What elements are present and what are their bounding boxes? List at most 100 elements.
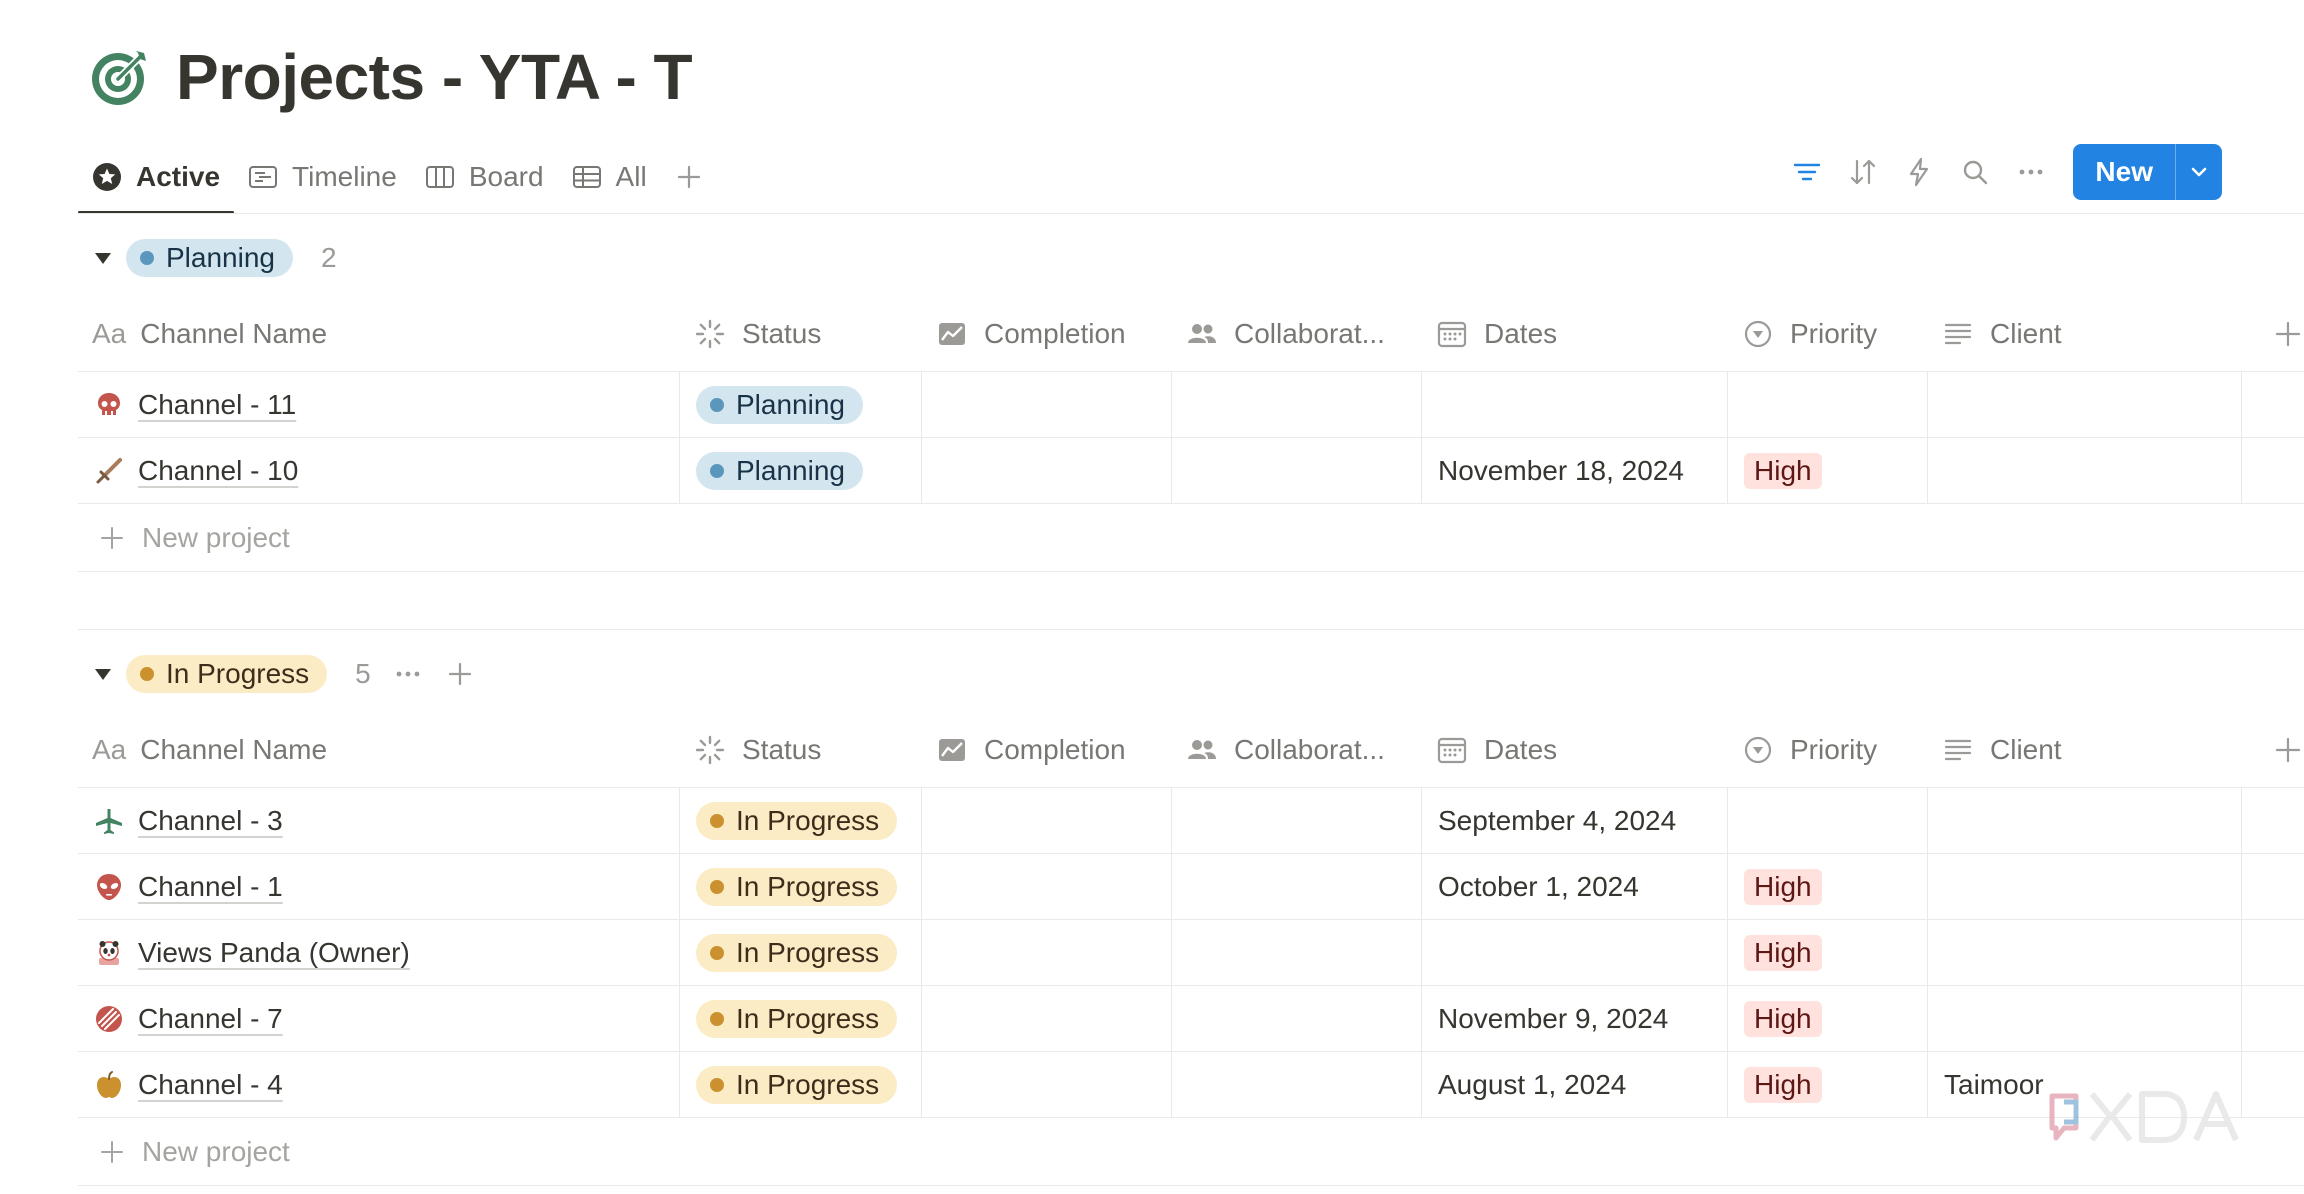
table-row[interactable]: Channel - 3 In Progress September 4, 202… (78, 788, 2304, 854)
cell-status[interactable]: In Progress (680, 788, 922, 853)
group-more-button[interactable] (393, 659, 423, 689)
new-project-button[interactable]: New project (78, 1118, 2304, 1186)
cell-priority[interactable]: High (1728, 854, 1928, 919)
cell-dates[interactable]: August 1, 2024 (1422, 1052, 1728, 1117)
column-header-client[interactable]: Client (1928, 296, 2242, 371)
cell-collaborators[interactable] (1172, 788, 1422, 853)
cell-collaborators[interactable] (1172, 854, 1422, 919)
channel-name[interactable]: Channel - 3 (138, 805, 283, 837)
cell-dates[interactable] (1422, 372, 1728, 437)
group-label[interactable]: Planning (126, 239, 293, 277)
channel-name[interactable]: Views Panda (Owner) (138, 937, 410, 969)
cell-name[interactable]: Channel - 11 (78, 372, 680, 437)
cell-priority[interactable] (1728, 788, 1928, 853)
more-button[interactable] (2003, 144, 2059, 200)
cell-priority[interactable]: High (1728, 986, 1928, 1051)
cell-status[interactable]: Planning (680, 438, 922, 503)
cell-completion[interactable] (922, 372, 1172, 437)
cell-client[interactable] (1928, 438, 2242, 503)
column-header-client[interactable]: Client (1928, 712, 2242, 787)
column-header-name[interactable]: Aa Channel Name (78, 712, 680, 787)
table-row[interactable]: Channel - 1 In Progress October 1, 2024 … (78, 854, 2304, 920)
cell-priority[interactable]: High (1728, 438, 1928, 503)
channel-name[interactable]: Channel - 7 (138, 1003, 283, 1035)
filter-button[interactable] (1779, 144, 1835, 200)
cell-collaborators[interactable] (1172, 986, 1422, 1051)
cell-collaborators[interactable] (1172, 438, 1422, 503)
cell-priority[interactable] (1728, 372, 1928, 437)
channel-name[interactable]: Channel - 10 (138, 455, 298, 487)
automation-button[interactable] (1891, 144, 1947, 200)
channel-name[interactable]: Channel - 11 (138, 389, 296, 421)
cell-status[interactable]: In Progress (680, 920, 922, 985)
cell-priority[interactable]: High (1728, 1052, 1928, 1117)
table-row[interactable]: Channel - 11 Planning (78, 372, 2304, 438)
tab-active[interactable]: Active (78, 140, 235, 214)
cell-completion[interactable] (922, 1052, 1172, 1117)
cell-completion[interactable] (922, 986, 1172, 1051)
new-dropdown-button[interactable] (2176, 144, 2222, 200)
column-header-priority[interactable]: Priority (1728, 296, 1928, 371)
channel-name[interactable]: Channel - 4 (138, 1069, 283, 1101)
cell-name[interactable]: Channel - 4 (78, 1052, 680, 1117)
search-button[interactable] (1947, 144, 2003, 200)
cell-priority[interactable]: High (1728, 920, 1928, 985)
column-header-completion[interactable]: Completion (922, 296, 1172, 371)
table-row[interactable]: Views Panda (Owner) In Progress High (78, 920, 2304, 986)
cell-collaborators[interactable] (1172, 372, 1422, 437)
column-header-name[interactable]: Aa Channel Name (78, 296, 680, 371)
group-toggle[interactable] (88, 249, 118, 267)
cell-dates[interactable]: October 1, 2024 (1422, 854, 1728, 919)
cell-client[interactable] (1928, 986, 2242, 1051)
new-project-button[interactable]: New project (78, 504, 2304, 572)
target-icon[interactable] (88, 45, 152, 109)
column-header-collaborators[interactable]: Collaborat... (1172, 296, 1422, 371)
new-button[interactable]: New (2073, 144, 2176, 200)
tab-all[interactable]: All (558, 140, 661, 214)
column-header-status[interactable]: Status (680, 712, 922, 787)
cell-client[interactable] (1928, 372, 2242, 437)
cell-completion[interactable] (922, 854, 1172, 919)
cell-status[interactable]: In Progress (680, 854, 922, 919)
tab-board[interactable]: Board (411, 140, 558, 214)
cell-dates[interactable] (1422, 920, 1728, 985)
cell-completion[interactable] (922, 788, 1172, 853)
cell-completion[interactable] (922, 920, 1172, 985)
cell-dates[interactable]: November 9, 2024 (1422, 986, 1728, 1051)
cell-name[interactable]: Channel - 1 (78, 854, 680, 919)
cell-status[interactable]: In Progress (680, 1052, 922, 1117)
sort-button[interactable] (1835, 144, 1891, 200)
column-header-dates[interactable]: Dates (1422, 296, 1728, 371)
group-label[interactable]: In Progress (126, 655, 328, 693)
channel-name[interactable]: Channel - 1 (138, 871, 283, 903)
cell-name[interactable]: Channel - 10 (78, 438, 680, 503)
add-column-button[interactable] (2242, 712, 2304, 787)
column-header-dates[interactable]: Dates (1422, 712, 1728, 787)
cell-client[interactable] (1928, 920, 2242, 985)
cell-client[interactable] (1928, 854, 2242, 919)
cell-completion[interactable] (922, 438, 1172, 503)
table-row[interactable]: Channel - 4 In Progress August 1, 2024 H… (78, 1052, 2304, 1118)
add-column-button[interactable] (2242, 296, 2304, 371)
table-row[interactable]: Channel - 7 In Progress November 9, 2024… (78, 986, 2304, 1052)
cell-client[interactable] (1928, 788, 2242, 853)
cell-dates[interactable]: November 18, 2024 (1422, 438, 1728, 503)
column-header-collaborators[interactable]: Collaborat... (1172, 712, 1422, 787)
column-header-priority[interactable]: Priority (1728, 712, 1928, 787)
cell-status[interactable]: In Progress (680, 986, 922, 1051)
cell-dates[interactable]: September 4, 2024 (1422, 788, 1728, 853)
cell-name[interactable]: Channel - 7 (78, 986, 680, 1051)
apple-icon (97, 1070, 121, 1098)
tab-timeline[interactable]: Timeline (234, 140, 411, 214)
add-view-button[interactable] (661, 140, 717, 214)
cell-name[interactable]: Views Panda (Owner) (78, 920, 680, 985)
group-add-button[interactable] (445, 659, 475, 689)
cell-status[interactable]: Planning (680, 372, 922, 437)
table-row[interactable]: Channel - 10 Planning November 18, 2024 … (78, 438, 2304, 504)
cell-name[interactable]: Channel - 3 (78, 788, 680, 853)
group-toggle[interactable] (88, 665, 118, 683)
cell-collaborators[interactable] (1172, 920, 1422, 985)
column-header-status[interactable]: Status (680, 296, 922, 371)
cell-collaborators[interactable] (1172, 1052, 1422, 1117)
column-header-completion[interactable]: Completion (922, 712, 1172, 787)
